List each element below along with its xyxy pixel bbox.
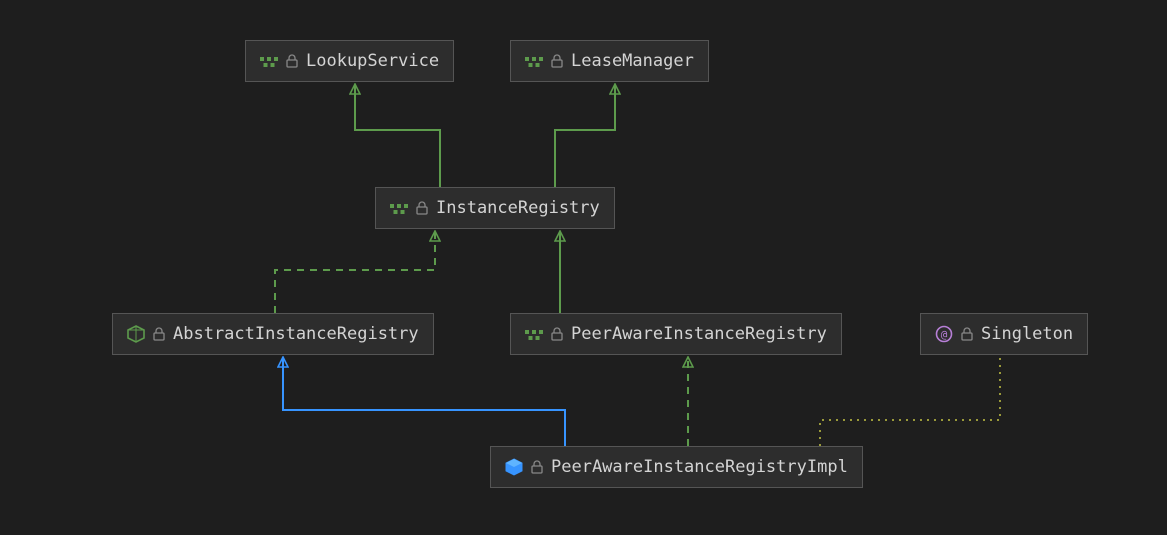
node-lookup-service[interactable]: LookupService xyxy=(245,40,454,82)
lock-icon xyxy=(551,54,563,68)
lock-icon xyxy=(551,327,563,341)
class-icon xyxy=(505,458,523,476)
svg-text:@: @ xyxy=(941,328,948,341)
node-peer-aware-instance-registry-impl[interactable]: PeerAwareInstanceRegistryImpl xyxy=(490,446,863,488)
lock-icon xyxy=(416,201,428,215)
node-label: PeerAwareInstanceRegistry xyxy=(571,324,827,344)
node-instance-registry[interactable]: InstanceRegistry xyxy=(375,187,615,229)
node-label: Singleton xyxy=(981,324,1073,344)
annotation-icon: @ xyxy=(935,325,953,343)
node-label: InstanceRegistry xyxy=(436,198,600,218)
abstract-class-icon xyxy=(127,325,145,343)
interface-icon xyxy=(525,325,543,343)
lock-icon xyxy=(153,327,165,341)
interface-icon xyxy=(390,199,408,217)
interface-icon xyxy=(260,52,278,70)
node-label: AbstractInstanceRegistry xyxy=(173,324,419,344)
node-label: PeerAwareInstanceRegistryImpl xyxy=(551,457,848,477)
node-abstract-instance-registry[interactable]: AbstractInstanceRegistry xyxy=(112,313,434,355)
node-label: LeaseManager xyxy=(571,51,694,71)
node-singleton[interactable]: @ Singleton xyxy=(920,313,1088,355)
lock-icon xyxy=(531,460,543,474)
node-label: LookupService xyxy=(306,51,439,71)
node-lease-manager[interactable]: LeaseManager xyxy=(510,40,709,82)
interface-icon xyxy=(525,52,543,70)
lock-icon xyxy=(961,327,973,341)
node-peer-aware-instance-registry[interactable]: PeerAwareInstanceRegistry xyxy=(510,313,842,355)
lock-icon xyxy=(286,54,298,68)
